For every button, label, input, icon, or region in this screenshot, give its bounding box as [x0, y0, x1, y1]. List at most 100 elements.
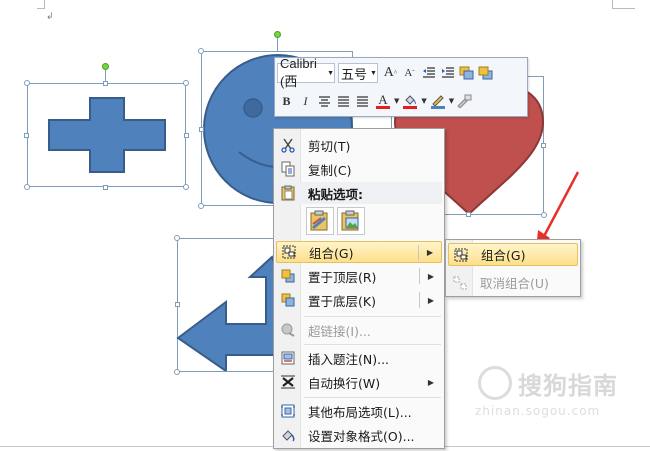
chevron-right-icon: ▶ — [426, 247, 433, 257]
chevron-right-icon: ▶ — [427, 377, 434, 387]
watermark-logo-icon — [478, 366, 512, 400]
resize-handle[interactable] — [183, 184, 189, 190]
group-submenu: 组合(G) 取消组合(U) — [445, 239, 581, 297]
format-painter-icon — [456, 94, 472, 108]
page-corner-mark-right — [612, 0, 635, 9]
menu-item-more-layout-options[interactable]: 其他布局选项(L)... — [276, 400, 442, 422]
resize-handle[interactable] — [466, 212, 471, 217]
font-color-swatch — [376, 106, 390, 109]
paste-picture-icon — [341, 210, 359, 231]
resize-handle[interactable] — [198, 48, 204, 54]
submenu-divider — [419, 292, 420, 308]
group-icon — [278, 242, 300, 262]
font-color-button[interactable]: A — [372, 91, 394, 111]
bent-arrow-shape[interactable] — [176, 255, 280, 371]
resize-handle[interactable] — [541, 143, 546, 148]
menu-item-bring-to-front[interactable]: 置于顶层(R) ▶ — [276, 265, 442, 287]
resize-handle[interactable] — [174, 369, 180, 375]
submenu-divider — [418, 245, 419, 261]
menu-item-format-object[interactable]: 设置对象格式(O)... — [276, 424, 442, 446]
font-name-box[interactable]: Calibri (西 ▼ — [277, 56, 335, 89]
send-backward-button[interactable] — [476, 63, 495, 83]
menu-item-send-to-back[interactable]: 置于底层(K) ▶ — [276, 289, 442, 311]
chevron-down-icon: ▼ — [327, 69, 334, 77]
menu-item-cut[interactable]: 剪切(T) — [276, 134, 442, 156]
menu-item-label: 剪切(T) — [308, 138, 351, 154]
submenu-divider — [419, 268, 420, 284]
menu-item-label: 自动换行(W) — [308, 375, 381, 391]
resize-handle[interactable] — [175, 302, 180, 307]
resize-handle[interactable] — [24, 184, 30, 190]
chevron-right-icon: ▶ — [427, 295, 434, 305]
bold-button[interactable]: B — [277, 91, 296, 111]
paste-as-picture-button[interactable] — [337, 207, 365, 235]
resize-handle[interactable] — [24, 133, 29, 138]
shape-outline-button[interactable] — [427, 91, 449, 111]
resize-handle[interactable] — [24, 80, 30, 86]
align-justify-icon — [338, 95, 349, 107]
bring-forward-icon — [459, 66, 474, 80]
paste-keep-formatting-button[interactable] — [306, 207, 334, 235]
paragraph-mark: ↲ — [46, 12, 54, 22]
submenu-item-ungroup: 取消组合(U) — [448, 271, 578, 294]
resize-handle[interactable] — [174, 235, 180, 241]
resize-handle[interactable] — [198, 203, 204, 209]
resize-handle[interactable] — [183, 80, 189, 86]
menu-item-group[interactable]: 组合(G) ▶ — [276, 241, 442, 263]
resize-handle[interactable] — [199, 127, 204, 132]
submenu-item-label: 组合(G) — [481, 248, 526, 263]
scissors-icon — [277, 135, 299, 155]
menu-item-insert-caption[interactable]: 插入题注(N)... — [276, 347, 442, 369]
menu-item-label: 超链接(I)... — [308, 323, 371, 339]
smiley-rotate-handle[interactable] — [274, 31, 281, 38]
plus-rotate-handle[interactable] — [102, 63, 109, 70]
watermark-url: zhinan.sogou.com — [475, 404, 601, 418]
italic-button[interactable]: I — [296, 91, 315, 111]
paint-bucket-icon — [405, 94, 417, 105]
menu-separator — [304, 344, 441, 345]
menu-separator — [304, 316, 441, 317]
menu-item-label: 插入题注(N)... — [308, 351, 390, 367]
send-backward-icon — [478, 66, 493, 80]
format-object-icon — [277, 425, 299, 445]
menu-item-label: 粘贴选项: — [308, 186, 363, 202]
distribute-button[interactable] — [353, 91, 372, 111]
paste-icon — [277, 183, 299, 203]
group-icon — [450, 245, 472, 265]
chevron-down-icon: ▼ — [370, 69, 377, 77]
highlight-color-button[interactable] — [399, 91, 421, 111]
menu-item-copy[interactable]: 复制(C) — [276, 158, 442, 180]
grow-font-button[interactable]: A ^ — [381, 63, 400, 83]
center-align-button[interactable] — [315, 91, 334, 111]
send-to-back-icon — [277, 290, 299, 310]
smiley-rotate-line — [277, 38, 278, 51]
resize-handle[interactable] — [103, 185, 108, 190]
grow-font-icon: A — [383, 65, 394, 80]
format-painter-button[interactable] — [454, 91, 473, 111]
increase-indent-button[interactable] — [438, 63, 457, 83]
copy-icon — [277, 159, 299, 179]
bring-to-front-icon — [277, 266, 299, 286]
bring-forward-button[interactable] — [457, 63, 476, 83]
menu-item-wrap-text[interactable]: 自动换行(W) ▶ — [276, 371, 442, 393]
chevron-right-icon: ▶ — [427, 271, 434, 281]
plus-shape[interactable] — [47, 96, 167, 174]
menu-item-label: 其他布局选项(L)... — [308, 404, 412, 420]
decrease-indent-button[interactable] — [419, 63, 438, 83]
font-size-value: 五号 — [341, 66, 368, 82]
watermark-text: 搜狗指南 — [518, 372, 618, 400]
font-size-box[interactable]: 五号 ▼ — [338, 63, 378, 83]
menu-item-label: 置于顶层(R) — [308, 269, 377, 285]
justify-button[interactable] — [334, 91, 353, 111]
submenu-item-group[interactable]: 组合(G) — [448, 243, 578, 266]
hyperlink-icon — [277, 320, 299, 340]
menu-item-label: 复制(C) — [308, 162, 352, 178]
outline-color-swatch — [430, 105, 445, 109]
caption-icon — [277, 348, 299, 368]
resize-handle[interactable] — [103, 81, 108, 86]
font-color-icon: A — [378, 92, 388, 107]
resize-handle[interactable] — [184, 133, 189, 138]
page-corner-mark-left — [37, 0, 45, 9]
shrink-font-button[interactable]: Aˇ — [400, 63, 419, 83]
mini-toolbar: Calibri (西 ▼ 五号 ▼ A ^ Aˇ B I A ▼ ▼ ▼ — [274, 56, 528, 117]
